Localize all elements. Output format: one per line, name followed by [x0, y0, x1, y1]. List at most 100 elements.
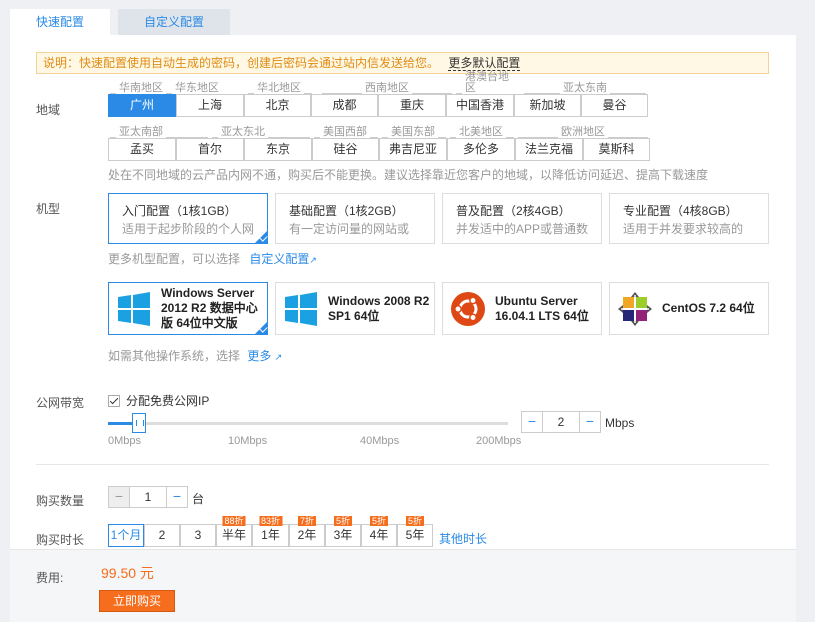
- region-frankfurt[interactable]: 法兰克福: [515, 138, 583, 161]
- region-group-header: 港澳台地区: [454, 72, 520, 94]
- region-group-label: 华北地区: [257, 82, 301, 94]
- buy-now-button[interactable]: 立即购买: [99, 590, 175, 612]
- tab-custom-config[interactable]: 自定义配置: [118, 9, 231, 35]
- duration-option-label: 4年: [369, 528, 389, 542]
- bandwidth-decrease-button[interactable]: −: [521, 411, 543, 433]
- os-centos[interactable]: CentOS 7.2 64位: [609, 282, 769, 335]
- discount-badge: 7折: [297, 516, 317, 526]
- discount-badge: 5折: [369, 516, 389, 526]
- free-public-ip-checkbox[interactable]: 分配免费公网IP: [108, 392, 209, 409]
- duration-option-label: 3年: [333, 528, 353, 542]
- duration-option[interactable]: 5折 3年: [325, 516, 361, 547]
- region-group-label: 华南地区: [119, 82, 163, 94]
- region-group-header: 美国西部: [312, 126, 380, 138]
- duration-option-label: 1年: [261, 528, 280, 542]
- os-name: Windows Server 2012 R2 数据中心版 64位中文版: [161, 286, 258, 330]
- region-tokyo[interactable]: 东京: [244, 138, 312, 161]
- region-hongkong[interactable]: 中国香港: [446, 94, 514, 117]
- checkbox-checked-icon: [108, 394, 120, 407]
- quantity-increase-button[interactable]: −: [166, 486, 188, 508]
- more-default-config-link[interactable]: 更多默认配置: [448, 56, 521, 71]
- os-more-text: 如需其他操作系统，选择: [108, 349, 241, 363]
- os-ubuntu[interactable]: Ubuntu Server 16.04.1 LTS 64位: [442, 282, 602, 335]
- os-name: CentOS 7.2 64位: [662, 301, 755, 315]
- duration-option[interactable]: 7折 2年: [289, 516, 325, 547]
- selected-check-icon: [255, 231, 267, 243]
- duration-option[interactable]: 5折 5年: [397, 516, 433, 547]
- region-beijing[interactable]: 北京: [244, 94, 311, 117]
- duration-option[interactable]: 83折 1年: [252, 516, 289, 547]
- region-group-label: 美国西部: [323, 126, 367, 138]
- windows-icon: [285, 291, 317, 326]
- region-toronto[interactable]: 多伦多: [447, 138, 515, 161]
- quantity-unit: 台: [192, 492, 205, 506]
- quantity-value[interactable]: 1: [130, 486, 166, 508]
- selected-check-icon: [255, 322, 267, 334]
- config-card-pro[interactable]: 专业配置（4核8GB） 适用于并发要求较高的: [609, 193, 769, 244]
- duration-option[interactable]: 88折 半年: [216, 516, 252, 547]
- region-group-header: 西南地区: [320, 82, 454, 94]
- config-card-basic[interactable]: 基础配置（1核2GB） 有一定访问量的网站或: [275, 193, 435, 244]
- duration-option[interactable]: 1个月: [108, 524, 144, 547]
- quantity-label: 购买数量: [36, 494, 85, 508]
- os-windows-2008[interactable]: Windows 2008 R2 SP1 64位: [275, 282, 435, 335]
- fee-label: 费用:: [36, 571, 64, 585]
- custom-config-link-text: 自定义配置: [249, 252, 310, 266]
- notice-text: 说明：快速配置使用自动生成的密码，创建后密码会通过站内信发送给您。: [43, 56, 440, 70]
- os-name: Windows 2008 R2 SP1 64位: [328, 293, 430, 323]
- external-link-icon: ↗: [274, 352, 283, 362]
- quantity-stepper: − 1 −: [108, 486, 188, 508]
- region-guangzhou[interactable]: 广州: [108, 94, 176, 117]
- region-group-label: 亚太南部: [119, 126, 163, 138]
- region-mumbai[interactable]: 孟买: [108, 138, 176, 161]
- bandwidth-stepper: − 2 −: [521, 411, 601, 433]
- os-name: Ubuntu Server 16.04.1 LTS 64位: [495, 293, 589, 323]
- bandwidth-increase-button[interactable]: −: [579, 411, 601, 433]
- region-silicon-valley[interactable]: 硅谷: [312, 138, 379, 161]
- region-seoul[interactable]: 首尔: [176, 138, 244, 161]
- more-os-link[interactable]: 更多 ↗: [247, 349, 282, 363]
- region-group-header: 北美地区: [448, 126, 516, 138]
- region-group-label: 亚太东北: [221, 126, 265, 138]
- region-shanghai[interactable]: 上海: [176, 94, 244, 117]
- bandwidth-slider-handle[interactable]: [132, 413, 146, 433]
- discount-badge: 88折: [222, 516, 246, 526]
- ubuntu-icon: [451, 291, 485, 326]
- region-chongqing[interactable]: 重庆: [378, 94, 446, 117]
- region-hint: 处在不同地域的云产品内网不通，购买后不能更换。建议选择靠近您客户的地域，以降低访…: [108, 168, 709, 182]
- quantity-decrease-button[interactable]: −: [108, 486, 130, 508]
- duration-option[interactable]: 2: [144, 524, 180, 547]
- custom-config-link[interactable]: 自定义配置↗: [249, 252, 317, 266]
- region-singapore[interactable]: 新加坡: [514, 94, 581, 117]
- config-card-entry[interactable]: 入门配置（1核1GB） 适用于起步阶段的个人网: [108, 193, 268, 244]
- os-windows-2012[interactable]: Windows Server 2012 R2 数据中心版 64位中文版: [108, 282, 268, 335]
- model-label: 机型: [36, 202, 61, 216]
- duration-option-label: 5年: [405, 528, 425, 542]
- region-bangkok[interactable]: 曼谷: [581, 94, 648, 117]
- model-more-hint: 更多机型配置，可以选择 自定义配置↗: [108, 250, 317, 267]
- region-group-label: 港澳台地区: [465, 71, 509, 94]
- order-footer: 费用: 99.50 元 立即购买: [10, 549, 796, 622]
- external-link-icon: ↗: [309, 255, 317, 265]
- tab-quick-config[interactable]: 快速配置: [10, 9, 111, 35]
- slider-tick: 0Mbps: [108, 435, 142, 447]
- region-label: 地域: [36, 103, 61, 117]
- region-virginia[interactable]: 弗吉尼亚: [379, 138, 447, 161]
- region-group-label: 华东地区: [175, 82, 219, 94]
- region-chengdu[interactable]: 成都: [311, 94, 378, 117]
- more-os-link-text: 更多: [247, 349, 272, 363]
- os-more-hint: 如需其他操作系统，选择 更多 ↗: [108, 347, 282, 364]
- bandwidth-unit: Mbps: [605, 416, 635, 430]
- config-card-title: 入门配置（1核1GB）: [122, 204, 237, 218]
- other-duration-link[interactable]: 其他时长: [439, 530, 487, 547]
- bandwidth-value[interactable]: 2: [543, 411, 579, 433]
- duration-option-label: 1个月: [110, 528, 142, 542]
- duration-option[interactable]: 5折 4年: [361, 516, 397, 547]
- region-moscow[interactable]: 莫斯科: [583, 138, 650, 161]
- discount-badge: 5折: [333, 516, 353, 526]
- config-card-desc: 并发适中的APP或普通数: [456, 222, 589, 236]
- config-card-standard[interactable]: 普及配置（2核4GB） 并发适中的APP或普通数: [442, 193, 602, 244]
- bandwidth-slider-track[interactable]: [108, 422, 508, 425]
- region-group-header: 美国东部: [380, 126, 448, 138]
- duration-option[interactable]: 3: [180, 524, 216, 547]
